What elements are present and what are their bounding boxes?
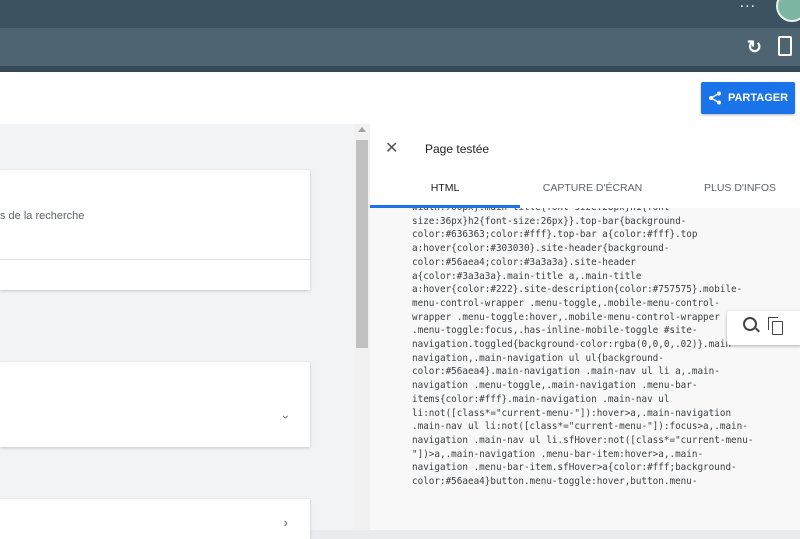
tested-page-panel: ✕ Page testée HTML CAPTURE D'ÉCRAN PLUS … — [370, 124, 800, 530]
tab-bar: HTML CAPTURE D'ÉCRAN PLUS D'INFOS — [370, 176, 800, 208]
tab-screenshot[interactable]: CAPTURE D'ÉCRAN — [520, 176, 665, 208]
divider — [0, 259, 310, 260]
html-code-viewer[interactable]: width:700px}.main-title{font-size:28px}h… — [370, 208, 800, 530]
code-tools — [727, 311, 800, 345]
share-icon — [708, 91, 721, 105]
card-text: s de la recherche — [0, 210, 85, 222]
panel-title: Page testée — [425, 142, 490, 156]
navigation-card[interactable]: › — [0, 499, 310, 539]
share-button[interactable]: PARTAGER — [701, 82, 795, 114]
device-icon[interactable] — [778, 36, 792, 56]
copy-icon[interactable] — [768, 317, 783, 335]
tab-more-info[interactable]: PLUS D'INFOS — [665, 176, 800, 208]
scrollbar[interactable] — [354, 124, 370, 530]
top-header: ... — [0, 0, 800, 28]
results-panel: s de la recherche › › — [0, 124, 354, 539]
url-bar: ↻ — [0, 28, 800, 66]
avatar[interactable] — [776, 0, 800, 22]
reload-icon[interactable]: ↻ — [747, 37, 762, 58]
share-label: PARTAGER — [727, 92, 789, 104]
tab-html[interactable]: HTML — [370, 176, 520, 208]
expandable-card[interactable]: › — [0, 362, 310, 447]
result-card: s de la recherche — [0, 170, 310, 290]
close-icon[interactable]: ✕ — [385, 138, 398, 158]
toolbar: PARTAGER — [0, 72, 800, 124]
html-source: width:700px}.main-title{font-size:28px}h… — [412, 208, 754, 488]
chevron-down-icon[interactable]: › — [279, 415, 293, 419]
more-options-icon[interactable]: ... — [740, 0, 756, 12]
chevron-right-icon[interactable]: › — [284, 515, 288, 530]
search-icon[interactable] — [743, 317, 757, 331]
scroll-up-arrow-icon[interactable] — [358, 127, 366, 132]
scroll-thumb[interactable] — [356, 140, 368, 348]
